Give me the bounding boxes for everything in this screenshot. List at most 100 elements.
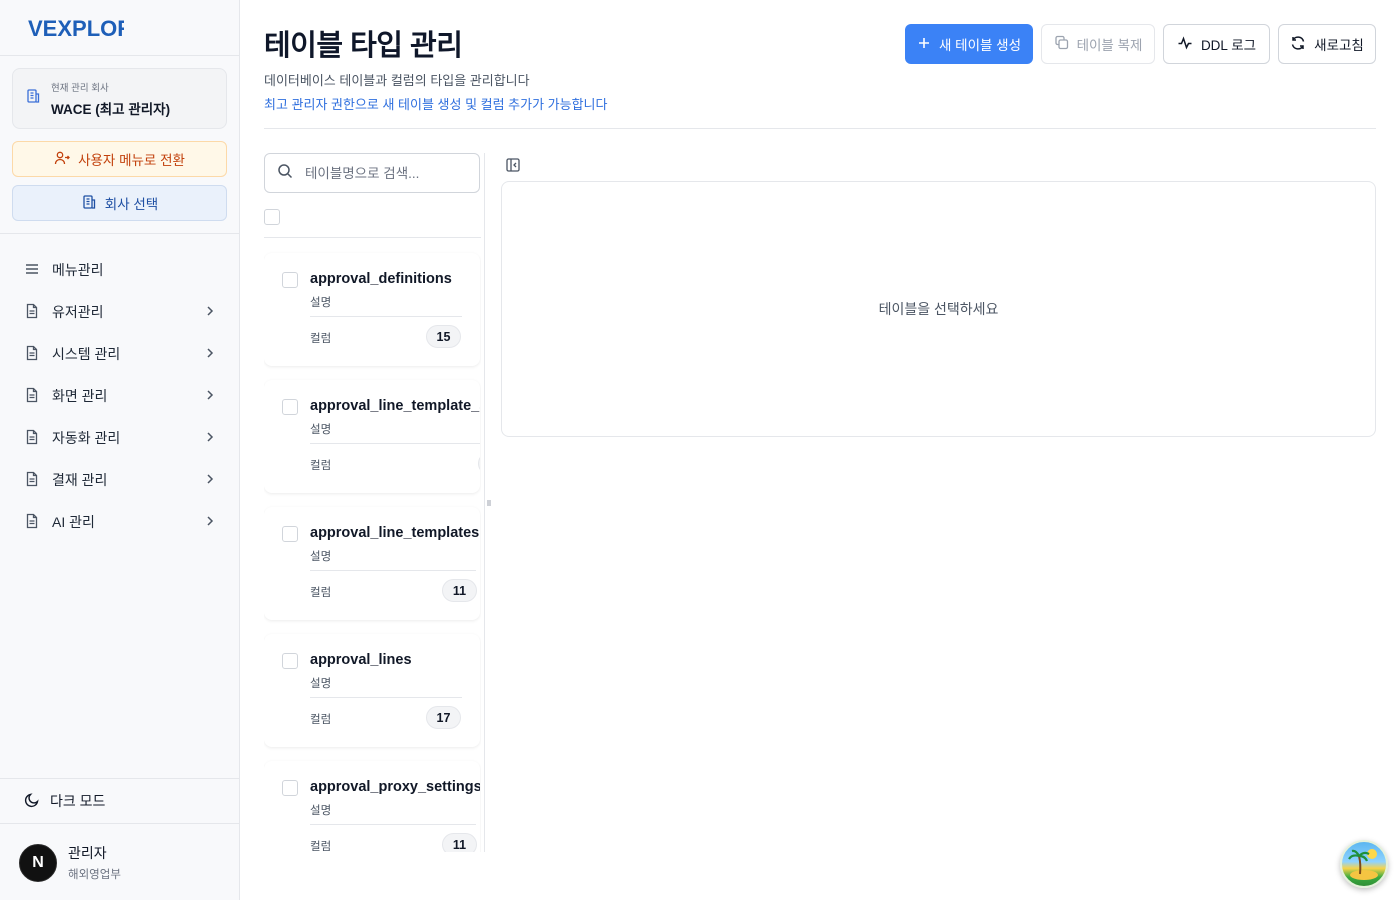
table-checkbox[interactable] <box>282 272 298 288</box>
duplicate-table-label: 테이블 복제 <box>1076 38 1143 53</box>
column-label: 컬럼 <box>310 841 332 852</box>
document-icon <box>24 513 40 532</box>
table-checkbox[interactable] <box>282 399 298 415</box>
table-checkbox[interactable] <box>282 653 298 669</box>
company-label: 현재 관리 회사 <box>51 82 109 94</box>
user-profile[interactable]: N 관리자 해외영업부 <box>19 843 121 882</box>
grip-icon[interactable] <box>486 498 492 510</box>
table-name: approval_definitions <box>310 271 452 287</box>
empty-state-message: 테이블을 선택하세요 <box>878 301 999 317</box>
create-table-label: 새 테이블 생성 <box>938 38 1022 53</box>
column-count-badge: 11 <box>442 579 477 602</box>
table-checkbox[interactable] <box>282 526 298 542</box>
column-count-badge: 11 <box>442 833 477 852</box>
sidebar-item-user-management[interactable]: 유저관리 <box>12 291 227 333</box>
sidebar-item-system-management[interactable]: 시스템 관리 <box>12 333 227 375</box>
sidebar-item-label: AI 관리 <box>52 514 95 530</box>
column-label: 컬럼 <box>310 714 332 726</box>
table-description: 설명 <box>310 297 332 309</box>
chevron-right-icon <box>203 472 217 489</box>
resize-splitter[interactable] <box>484 153 485 852</box>
page-description: 데이터베이스 테이블과 컬럼의 타입을 관리합니다 <box>264 73 530 88</box>
building-icon <box>81 194 97 213</box>
dark-mode-toggle[interactable]: 다크 모드 <box>12 786 227 816</box>
table-list: approval_definitions 설명 컬럼 15 approval_l… <box>264 238 481 852</box>
chevron-right-icon <box>203 388 217 405</box>
assistant-launcher-button[interactable] <box>1340 840 1388 888</box>
ddl-log-label: DDL 로그 <box>1200 38 1257 53</box>
table-description: 설명 <box>310 424 332 436</box>
user-department: 해외영업부 <box>68 869 121 881</box>
table-name: approval_lines <box>310 652 412 668</box>
refresh-label: 새로고침 <box>1314 38 1364 53</box>
column-label: 컬럼 <box>310 587 332 599</box>
sidebar-nav: 메뉴관리 유저관리 시스템 관리 화면 관리 자동화 관리 결재 관리 AI 관… <box>12 249 227 543</box>
document-icon <box>24 387 40 406</box>
user-switch-icon <box>54 150 70 169</box>
table-search[interactable] <box>264 153 480 193</box>
page-title: 테이블 타입 관리 <box>264 30 463 62</box>
refresh-button[interactable]: 새로고침 <box>1278 24 1376 64</box>
table-description: 설명 <box>310 551 332 563</box>
table-card[interactable]: approval_definitions 설명 컬럼 15 <box>264 253 480 366</box>
column-count-badge: 15 <box>426 325 461 348</box>
sidebar-divider <box>0 823 239 824</box>
avatar: N <box>19 843 57 882</box>
sidebar-item-label: 결재 관리 <box>52 472 108 488</box>
sidebar-item-label: 유저관리 <box>52 304 104 320</box>
document-icon <box>24 345 40 364</box>
duplicate-table-button[interactable]: 테이블 복제 <box>1041 24 1155 64</box>
create-table-button[interactable]: 새 테이블 생성 <box>905 24 1033 64</box>
sidebar-item-automation-management[interactable]: 자동화 관리 <box>12 417 227 459</box>
sidebar-divider <box>0 233 239 234</box>
brand-logo[interactable]: VEXPLOR <box>28 12 124 46</box>
company-name: WACE (최고 관리자) <box>51 101 171 117</box>
logo-mark-icon: VEXPLOR <box>28 16 124 41</box>
menu-icon <box>24 261 40 280</box>
table-description: 설명 <box>310 805 332 817</box>
table-detail-panel: 테이블을 선택하세요 <box>501 181 1376 437</box>
chevron-right-icon <box>203 430 217 447</box>
select-all-checkbox[interactable] <box>264 209 280 225</box>
table-name: approval_line_templates <box>310 525 480 541</box>
column-label: 컬럼 <box>310 333 332 345</box>
plus-icon <box>917 36 931 53</box>
table-card[interactable]: approval_line_template_steps 설명 컬럼 <box>264 380 480 493</box>
sidebar-item-ai-management[interactable]: AI 관리 <box>12 501 227 543</box>
panel-collapse-icon[interactable] <box>505 157 521 178</box>
chevron-right-icon <box>203 514 217 531</box>
switch-to-user-menu-button[interactable]: 사용자 메뉴로 전환 <box>12 141 227 177</box>
chevron-right-icon <box>203 346 217 363</box>
table-card[interactable]: approval_line_templates 설명 컬럼 11 <box>264 507 480 620</box>
building-icon <box>25 88 41 109</box>
table-search-input[interactable] <box>305 165 465 181</box>
sidebar-item-label: 메뉴관리 <box>52 262 104 278</box>
logo-text: VEXPLOR <box>28 16 124 41</box>
search-icon <box>277 163 293 184</box>
sidebar-item-screen-management[interactable]: 화면 관리 <box>12 375 227 417</box>
chevron-right-icon <box>203 304 217 321</box>
sidebar-divider <box>0 778 239 779</box>
card-divider <box>310 570 476 571</box>
moon-icon <box>24 792 40 811</box>
table-card[interactable]: approval_proxy_settings 설명 컬럼 11 <box>264 761 480 852</box>
island-icon <box>1348 849 1378 880</box>
ddl-log-button[interactable]: DDL 로그 <box>1163 24 1270 64</box>
column-count-badge: 17 <box>426 706 461 729</box>
copy-icon <box>1054 35 1069 53</box>
sidebar-item-label: 화면 관리 <box>52 388 108 404</box>
card-divider <box>310 697 462 698</box>
switch-to-user-menu-label: 사용자 메뉴로 전환 <box>78 153 185 168</box>
document-icon <box>24 303 40 322</box>
select-company-label: 회사 선택 <box>104 197 159 212</box>
sidebar-item-approval-management[interactable]: 결재 관리 <box>12 459 227 501</box>
card-divider <box>310 443 480 444</box>
document-icon <box>24 429 40 448</box>
table-card[interactable]: approval_lines 설명 컬럼 17 <box>264 634 480 747</box>
sidebar-item-menu-management[interactable]: 메뉴관리 <box>12 249 227 291</box>
card-divider <box>310 824 476 825</box>
table-checkbox[interactable] <box>282 780 298 796</box>
sidebar-item-label: 시스템 관리 <box>52 346 121 362</box>
select-company-button[interactable]: 회사 선택 <box>12 185 227 221</box>
document-icon <box>24 471 40 490</box>
